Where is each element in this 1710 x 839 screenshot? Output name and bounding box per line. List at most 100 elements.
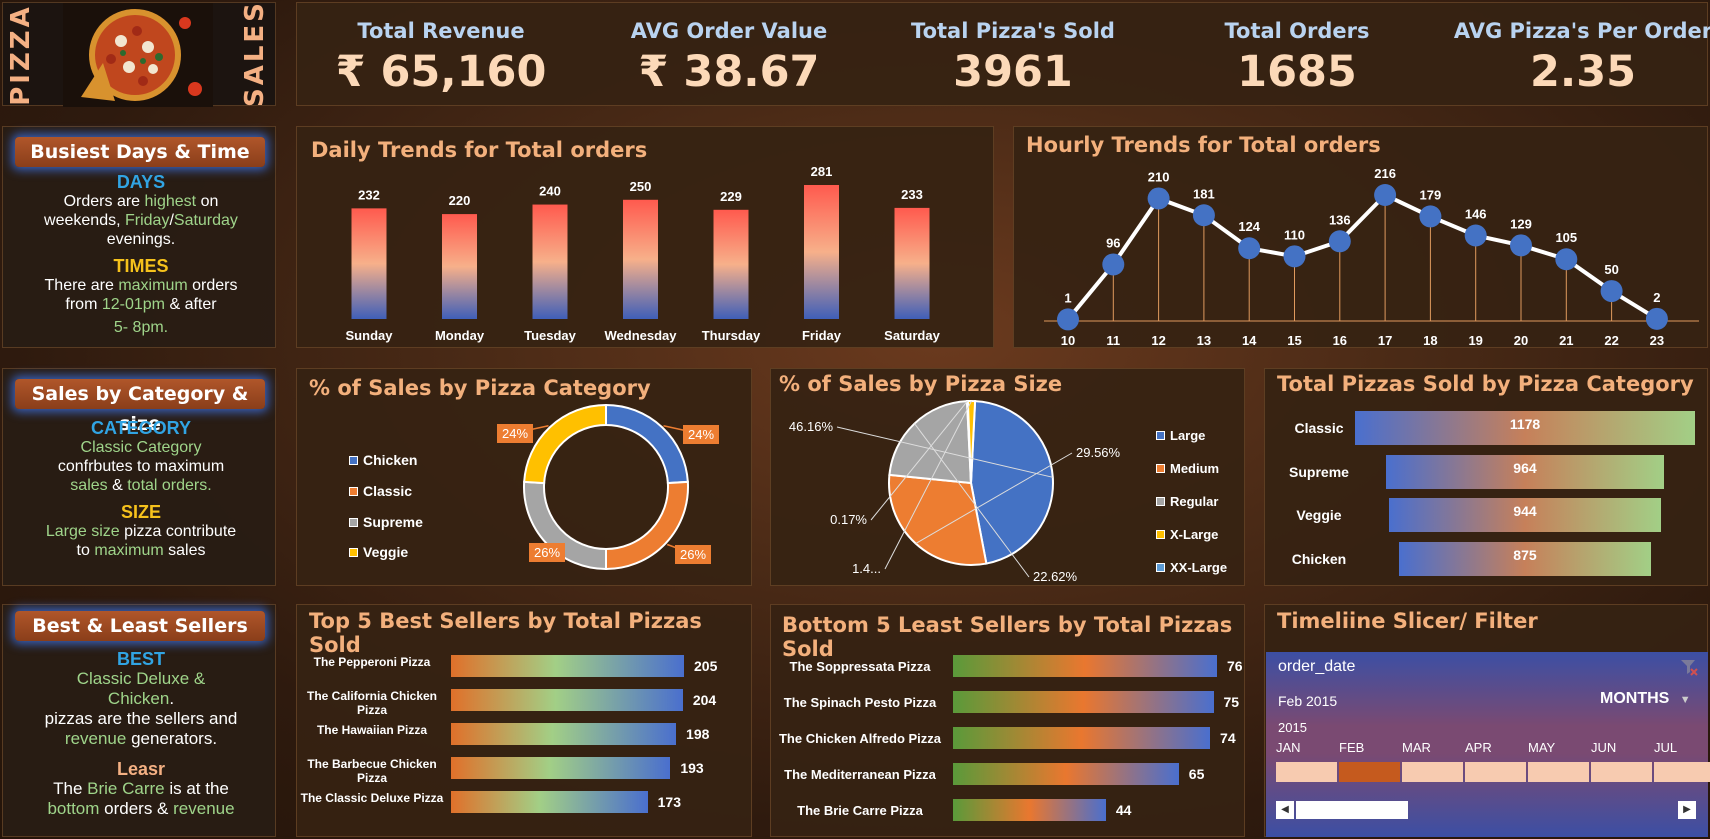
highlight: highest [144, 193, 197, 210]
clear-filter-icon[interactable] [1680, 658, 1698, 676]
hourly-point [1328, 230, 1351, 253]
bar-category-label: The Hawaiian Pizza [316, 723, 428, 737]
timeline-month-label: JUL [1654, 740, 1678, 755]
sellers-title: Best & Least Sellers [15, 611, 265, 641]
hourly-value-label: 1 [1064, 290, 1071, 305]
text: generators [126, 729, 213, 748]
daily-value-label: 250 [630, 179, 652, 194]
bar [953, 799, 1106, 821]
timeline-month-cell[interactable] [1402, 762, 1463, 782]
hourly-value-label: 146 [1465, 207, 1487, 222]
text: is at the [164, 779, 229, 798]
category-heading: CATEGORY [90, 418, 191, 438]
kpi-value: ₹ 65,160 [335, 47, 547, 97]
bar [953, 655, 1217, 677]
hourly-point [1600, 280, 1623, 303]
text: & [107, 477, 128, 494]
text: Classic Category [80, 439, 202, 456]
bar-value-label: 193 [680, 760, 704, 776]
legend-label: XX-Large [1170, 560, 1228, 575]
highlight: Brie Carre [87, 779, 165, 798]
bar-category-label: The Classic Deluxe Pizza [300, 791, 444, 805]
category-size-title: Sales by Category & size [15, 379, 265, 435]
kpi-value: 3961 [953, 47, 1073, 97]
scroll-left-button[interactable]: ◀ [1276, 801, 1294, 819]
highlight: 12-01pm [101, 296, 166, 313]
legend-swatch [1156, 497, 1165, 506]
timeline-month-cell[interactable] [1465, 762, 1526, 782]
timeline-month-cell[interactable] [1528, 762, 1589, 782]
chevron-down-icon: ▼ [1679, 694, 1691, 706]
bar [451, 791, 648, 813]
kpi-label: Total Revenue [357, 19, 525, 43]
hourly-x-label: 20 [1514, 333, 1528, 348]
text: Orders are [63, 193, 145, 210]
hourly-x-label: 12 [1151, 333, 1165, 348]
text: to [76, 542, 95, 559]
daily-bar [804, 185, 839, 319]
hourly-point [1464, 224, 1487, 247]
bottom5-panel: Bottom 5 Least Sellers by Total Pizzas S… [770, 604, 1245, 837]
donut-label: 24% [688, 427, 714, 442]
kpi-avg-order-value: AVG Order Value ₹ 38.67 [579, 3, 879, 97]
legend-large: Large [1156, 428, 1205, 443]
hourly-value-label: 2 [1653, 290, 1660, 305]
bar [451, 723, 677, 745]
timeline-month-label: FEB [1339, 740, 1365, 755]
highlight: Large size [45, 523, 120, 540]
timeline-scrollbar[interactable]: ◀ ▶ [1276, 800, 1698, 820]
daily-category-label: Monday [435, 328, 485, 343]
hourly-value-label: 179 [1420, 187, 1442, 202]
legend-label: X-Large [1170, 527, 1219, 542]
timeline-month-label: MAR [1402, 740, 1431, 755]
bar-value-label: 44 [1115, 802, 1132, 818]
bar-value-label: 205 [694, 658, 718, 674]
kpi-value: ₹ 38.67 [638, 47, 820, 97]
hourly-value-label: 216 [1374, 166, 1396, 181]
timeline-month-cell[interactable] [1276, 762, 1337, 782]
bar-category-label: Chicken [1291, 550, 1347, 567]
hourly-value-label: 129 [1510, 216, 1532, 231]
sellers-text: BEST Classic Deluxe & Chicken. pizzas ar… [7, 649, 275, 819]
text: pizzas are the sellers and [44, 709, 238, 728]
daily-category-label: Wednesday [604, 328, 677, 343]
legend-x-large: X-Large [1156, 527, 1218, 542]
bar [451, 655, 684, 677]
hourly-point [1238, 237, 1261, 260]
busiest-title: Busiest Days & Time [15, 137, 265, 167]
hourly-value-label: 96 [1106, 235, 1120, 250]
timeline-month-cell[interactable] [1654, 762, 1710, 782]
daily-bar [351, 208, 387, 319]
kpi-value: 2.35 [1529, 47, 1637, 97]
sellers-panel: Best & Least Sellers BEST Classic Deluxe… [2, 604, 276, 837]
kpi-avg-pizzas-per-order: AVG Pizza's Per Order 2.35 [1433, 3, 1710, 97]
bar-category-label: The Pepperoni Pizza [313, 655, 431, 669]
hourly-value-label: 105 [1555, 230, 1577, 245]
text: . [169, 689, 175, 708]
text: . [212, 729, 218, 748]
pie-label: 0.17% [830, 512, 867, 527]
text: confrbutes to maximum [57, 458, 225, 475]
timeline-slicer[interactable]: order_date Feb 2015 MONTHS ▼ 2015 JAN FEB… [1266, 652, 1710, 837]
text: sales [163, 542, 206, 559]
scroll-right-button[interactable]: ▶ [1678, 801, 1696, 819]
kpi-label: Total Orders [1224, 19, 1370, 43]
highlight: sales [70, 477, 108, 494]
hourly-x-label: 17 [1378, 333, 1392, 348]
timeline-level-select[interactable]: MONTHS ▼ [1600, 690, 1691, 708]
hourly-x-label: 11 [1106, 333, 1120, 348]
timeline-year: 2015 [1278, 720, 1307, 735]
scroll-thumb[interactable] [1296, 801, 1408, 819]
timeline-month-cell[interactable] [1339, 762, 1400, 782]
text: orders & [99, 799, 174, 818]
daily-trends-panel: Daily Trends for Total orders 232 Sunday 2… [296, 126, 994, 348]
timeline-month-cell[interactable] [1591, 762, 1652, 782]
hourly-x-label: 19 [1468, 333, 1482, 348]
bar-value-label: 944 [1513, 503, 1537, 519]
bar-value-label: 76 [1227, 658, 1243, 674]
legend-label: Regular [1170, 494, 1219, 509]
daily-value-label: 281 [811, 164, 833, 179]
daily-bar [532, 204, 568, 319]
bar-value-label: 75 [1223, 694, 1240, 710]
total-by-category-panel: Total Pizzas Sold by Pizza Category Clas… [1264, 368, 1708, 586]
